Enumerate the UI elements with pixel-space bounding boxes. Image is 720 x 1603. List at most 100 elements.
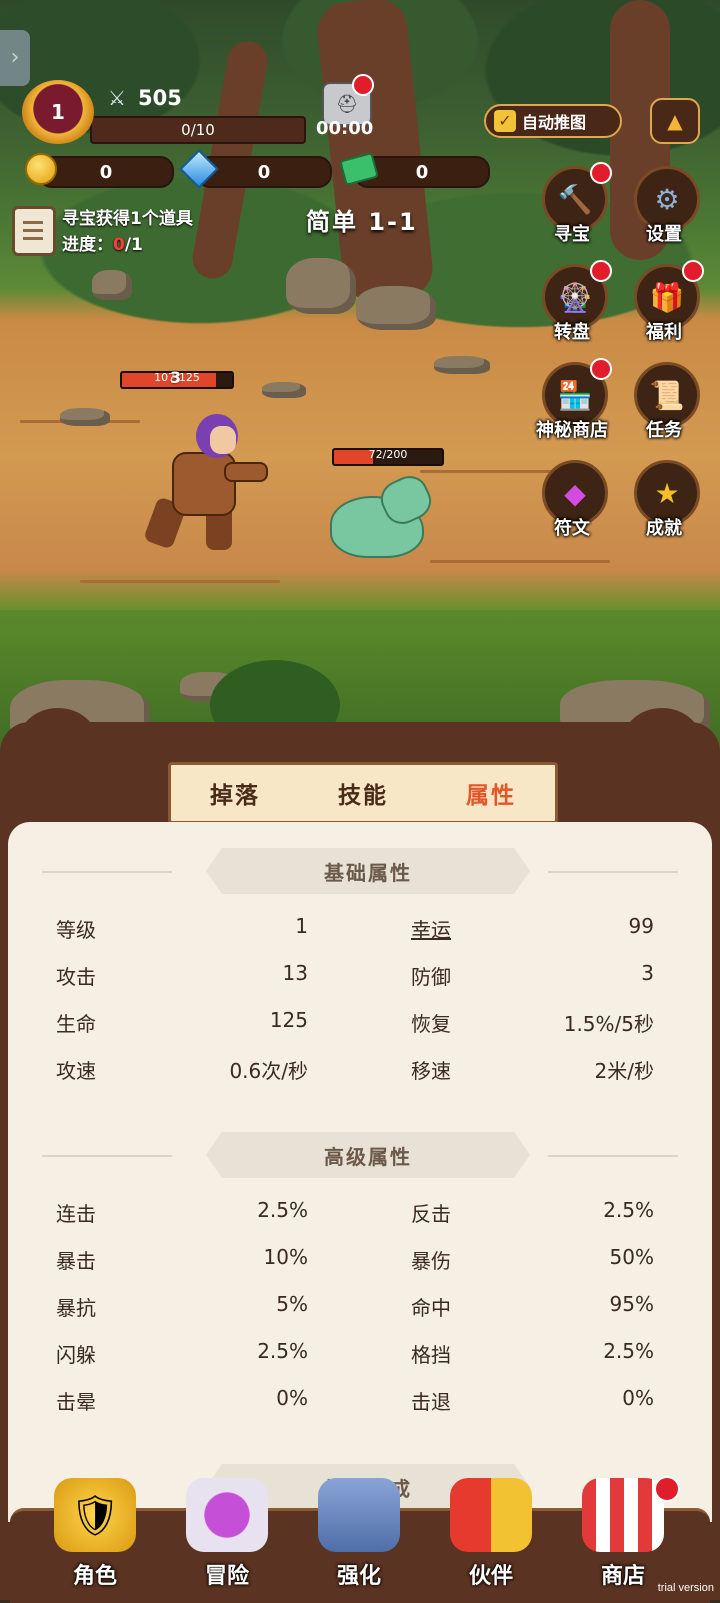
gold-value: 0 [99,161,113,183]
menu-label: 符文 [554,518,590,539]
attr-label: 闪躲 [56,1343,96,1367]
attr-value: 2.5% [603,1198,654,1222]
nav-character[interactable]: 🛡 角色 [40,1478,150,1600]
attr-value: 3 [641,961,654,985]
quest-progress-total: /1 [124,235,143,255]
combat-power: ⚔ 505 [108,86,182,110]
nav-label: 伙伴 [468,1564,513,1589]
checkbox-checked-icon: ✓ [494,110,516,132]
crossed-swords-icon: ⚔ [108,86,126,110]
attributes-content[interactable]: 基础属性 等级 1 幸运 99 攻击 13 防御 3 生命 125 恢复 1.5… [8,822,712,1522]
player-level-badge[interactable]: 1 [22,80,94,144]
attr-value: 2.5% [603,1339,654,1363]
menu-label: 任务 [646,420,682,441]
notification-dot [682,260,704,282]
quest-clipboard-icon[interactable] [12,206,56,256]
enemy-hp-text: 72/200 [368,448,408,461]
attr-row: 攻击 13 防御 3 [8,951,712,995]
xp-bar: 0/10 [90,116,306,144]
attr-value: 125 [269,1008,308,1032]
attr-label: 击晕 [56,1390,96,1414]
anvil-icon [318,1478,400,1552]
tab-drops[interactable]: 掉落 [210,776,260,810]
flat-stone [60,408,110,426]
stage-label: 简单 1-1 [306,208,418,236]
attr-value: 0% [276,1386,308,1410]
menu-label: 福利 [646,322,682,343]
attr-label: 移速 [411,1059,451,1083]
attr-row: 暴抗 5% 命中 95% [8,1282,712,1326]
menu-achievements[interactable]: ★ 成就 [628,460,700,548]
hero-face [210,426,236,454]
attr-label: 生命 [56,1012,96,1036]
menu-settings[interactable]: ⚙ 设置 [628,166,700,254]
diamond-counter: 0 [196,156,332,188]
attr-label: 攻速 [56,1059,96,1083]
rock [286,258,356,314]
attr-row: 等级 1 幸运 99 [8,904,712,948]
armor-icon: 🛡 [54,1478,136,1552]
divider-line [42,1155,172,1157]
section-advanced-title: 高级属性 [206,1132,530,1178]
battle-timer: 00:00 [316,118,374,139]
attr-label: 攻击 [56,965,96,989]
attr-label-luck-link[interactable]: 幸运 [411,914,451,943]
collapse-menu-button[interactable]: ▲ [650,98,700,144]
cash-value: 0 [415,161,429,183]
notification-dot [590,260,612,282]
notification-dot [590,358,612,380]
attr-value: 99 [628,914,654,938]
menu-tasks[interactable]: 📜 任务 [628,362,700,450]
store-icon [582,1478,664,1552]
nav-enhance[interactable]: 强化 [304,1478,414,1600]
ground-crack [430,560,610,563]
attr-value: 2.5% [257,1198,308,1222]
quest-progress: 进度：0/1 [62,235,143,255]
divider-line [42,871,172,873]
menu-spin-wheel[interactable]: 🎡 转盘 [536,260,612,352]
power-value: 505 [138,86,182,110]
attr-row: 生命 125 恢复 1.5%/5秒 [8,998,712,1042]
attr-value: 50% [609,1245,654,1269]
quest-tracker[interactable]: 寻宝获得1个道具 进度：0/1 [62,206,193,258]
rock [92,270,132,300]
attr-value: 0.6次/秒 [229,1059,308,1083]
tab-skills[interactable]: 技能 [338,776,388,810]
diamond-icon [179,149,219,189]
notification-dot [590,162,612,184]
cash-icon [339,152,379,186]
attr-value: 2米/秒 [594,1059,654,1083]
attr-label: 命中 [411,1296,451,1320]
menu-treasure-hunt[interactable]: 🔨 寻宝 [536,162,612,254]
auto-advance-toggle[interactable]: ✓ 自动推图 [484,104,622,138]
menu-label: 神秘商店 [536,420,608,441]
attr-label: 恢复 [411,1012,451,1036]
menu-mystery-shop[interactable]: 🏪 神秘商店 [536,358,612,450]
hero-body [172,452,236,516]
quest-progress-current: 0 [113,235,125,255]
attr-value: 95% [609,1292,654,1316]
attr-row: 击晕 0% 击退 0% [8,1376,712,1420]
divider-line [548,1155,678,1157]
attr-label: 格挡 [411,1343,451,1367]
menu-label: 转盘 [554,322,590,343]
gold-coin-icon [24,152,58,186]
attr-label: 暴伤 [411,1249,451,1273]
attr-label: 连击 [56,1202,96,1226]
auto-advance-label: 自动推图 [522,113,587,132]
diamond-value: 0 [257,161,271,183]
watermark: trial version [657,1582,714,1594]
attr-value: 0% [622,1386,654,1410]
menu-runes[interactable]: ◆ 符文 [536,460,608,548]
attr-row: 连击 2.5% 反击 2.5% [8,1188,712,1232]
tab-attributes[interactable]: 属性 [466,776,516,810]
panel-tabs: 掉落 技能 属性 [168,762,558,824]
notification-dot [352,74,374,96]
enemy-hp-bar: 72/200 [332,448,444,466]
nav-label: 冒险 [204,1564,249,1589]
nav-partners[interactable]: 伙伴 [436,1478,546,1600]
menu-label: 成就 [646,518,682,539]
menu-welfare[interactable]: 🎁 福利 [628,260,704,352]
side-expand-tab[interactable]: › [0,30,30,86]
nav-adventure[interactable]: 冒险 [172,1478,282,1600]
